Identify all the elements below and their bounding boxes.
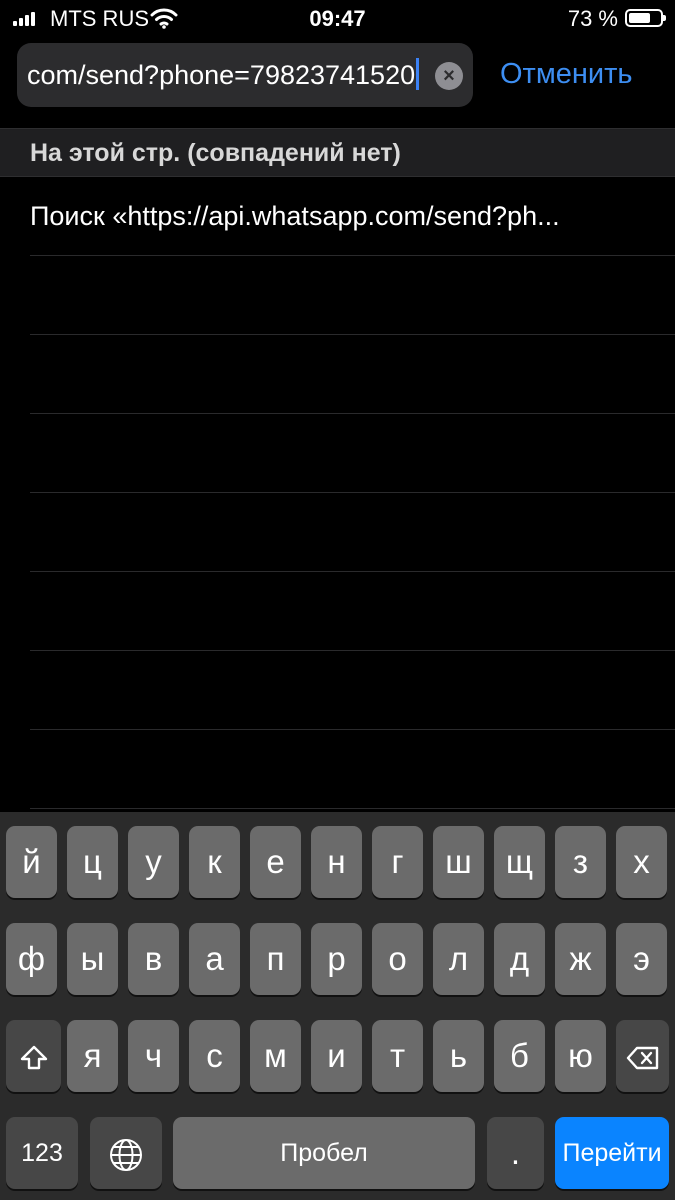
backspace-key[interactable] <box>616 1020 669 1092</box>
search-results: Поиск «https://api.whatsapp.com/send?ph.… <box>0 177 675 809</box>
key[interactable]: о <box>372 923 423 995</box>
battery-percentage: 73 % <box>567 6 618 31</box>
list-item <box>30 651 675 730</box>
key[interactable]: с <box>189 1020 240 1092</box>
key[interactable]: й <box>6 826 57 898</box>
key[interactable]: у <box>128 826 179 898</box>
key[interactable]: е <box>250 826 301 898</box>
key[interactable]: ф <box>6 923 57 995</box>
key[interactable]: я <box>67 1020 118 1092</box>
backspace-icon <box>626 1047 658 1070</box>
address-input[interactable]: com/send?phone=79823741520 <box>27 58 420 91</box>
space-key[interactable]: Пробел <box>173 1117 475 1189</box>
key[interactable]: ш <box>433 826 484 898</box>
shift-key[interactable] <box>6 1020 61 1092</box>
key[interactable]: р <box>311 923 362 995</box>
key[interactable]: н <box>311 826 362 898</box>
key[interactable]: а <box>189 923 240 995</box>
list-item <box>30 335 675 414</box>
address-bar[interactable]: com/send?phone=79823741520 × <box>17 43 473 107</box>
key[interactable]: п <box>250 923 301 995</box>
key[interactable]: б <box>494 1020 545 1092</box>
list-item <box>30 730 675 809</box>
key[interactable]: д <box>494 923 545 995</box>
go-button[interactable]: Перейти <box>555 1117 669 1189</box>
key[interactable]: ч <box>128 1020 179 1092</box>
shift-icon <box>20 1046 47 1070</box>
key[interactable]: х <box>616 826 667 898</box>
battery-icon <box>625 9 666 27</box>
key[interactable]: л <box>433 923 484 995</box>
list-item <box>30 414 675 493</box>
key[interactable]: в <box>128 923 179 995</box>
clear-icon[interactable]: × <box>435 62 463 90</box>
key[interactable]: к <box>189 826 240 898</box>
key[interactable]: з <box>555 826 606 898</box>
list-item <box>30 256 675 335</box>
status-bar: MTS RUS 09:47 73 % <box>0 0 675 38</box>
search-suggestion[interactable]: Поиск «https://api.whatsapp.com/send?ph.… <box>30 177 675 256</box>
key[interactable]: ы <box>67 923 118 995</box>
globe-icon <box>110 1139 142 1172</box>
key[interactable]: э <box>616 923 667 995</box>
dot-key[interactable]: . <box>487 1117 544 1189</box>
key[interactable]: ю <box>555 1020 606 1092</box>
on-this-page-header: На этой стр. (совпадений нет) <box>0 128 675 177</box>
section-header-label: На этой стр. (совпадений нет) <box>30 139 401 167</box>
key[interactable]: ц <box>67 826 118 898</box>
key[interactable]: м <box>250 1020 301 1092</box>
cancel-button[interactable]: Отменить <box>500 58 633 91</box>
globe-key[interactable] <box>90 1117 162 1189</box>
key[interactable]: щ <box>494 826 545 898</box>
address-value: com/send?phone=79823741520 <box>27 60 416 90</box>
key[interactable]: ь <box>433 1020 484 1092</box>
key[interactable]: ж <box>555 923 606 995</box>
list-item <box>30 493 675 572</box>
text-caret <box>416 58 420 90</box>
list-item <box>30 572 675 651</box>
search-suggestion-label: Поиск «https://api.whatsapp.com/send?ph.… <box>30 201 560 231</box>
key[interactable]: и <box>311 1020 362 1092</box>
keyboard: й ц у к е н г ш щ з х ф ы в а п р о л д … <box>0 812 675 1200</box>
numbers-key[interactable]: 123 <box>6 1117 78 1189</box>
key[interactable]: г <box>372 826 423 898</box>
key[interactable]: т <box>372 1020 423 1092</box>
